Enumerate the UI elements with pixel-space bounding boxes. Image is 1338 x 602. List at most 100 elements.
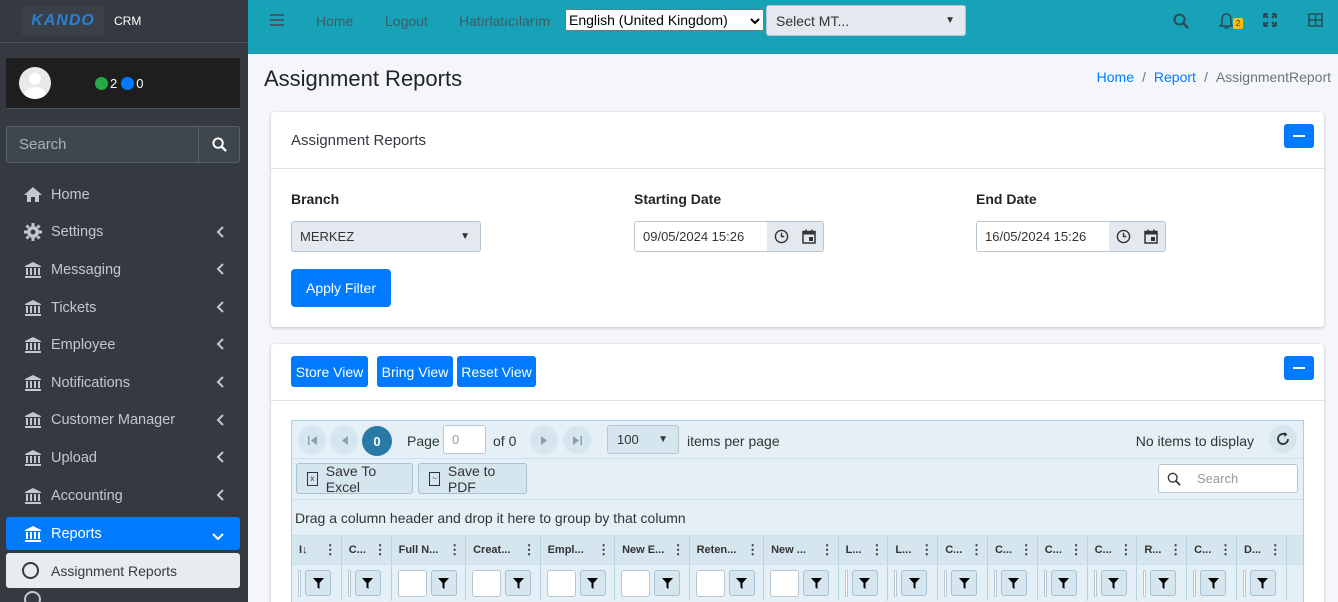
column-header[interactable]: C... ⋮ (988, 536, 1038, 564)
column-header[interactable]: R... ⋮ (1137, 536, 1188, 564)
page-size-select[interactable]: 100 ▼ (607, 425, 679, 454)
column-header[interactable]: C... ⋮ (938, 536, 988, 564)
avatar[interactable] (19, 67, 51, 99)
filter-icon[interactable] (1050, 570, 1077, 596)
filter-input[interactable] (695, 569, 725, 597)
filter-icon[interactable] (354, 570, 381, 596)
filter-input[interactable] (1093, 569, 1097, 597)
column-menu-icon[interactable]: ⋮ (448, 542, 461, 558)
column-menu-icon[interactable]: ⋮ (970, 542, 983, 558)
column-menu-icon[interactable]: ⋮ (1219, 542, 1232, 558)
filter-icon[interactable] (1200, 570, 1227, 596)
column-header[interactable]: C... ⋮ (1187, 536, 1237, 564)
store-view-button[interactable]: Store View (291, 356, 368, 387)
column-header[interactable]: C... ⋮ (342, 536, 392, 564)
column-menu-icon[interactable]: ⋮ (1119, 542, 1132, 558)
filter-icon[interactable] (305, 570, 331, 596)
fullscreen-icon[interactable] (1263, 13, 1281, 31)
column-menu-icon[interactable]: ⋮ (1169, 542, 1182, 558)
start-date-input[interactable]: 09/05/2024 15:26 (635, 222, 767, 251)
column-header[interactable]: Full N... ⋮ (392, 536, 467, 564)
column-menu-icon[interactable]: ⋮ (672, 542, 685, 558)
column-menu-icon[interactable]: ⋮ (374, 542, 387, 558)
filter-input[interactable] (993, 569, 997, 597)
sidebar-subitem-assignment-reports[interactable]: Assignment Reports (6, 553, 240, 589)
filter-icon[interactable] (951, 570, 978, 596)
sidebar-item-customer-manager[interactable]: Customer Manager (6, 402, 240, 440)
sidebar-item-employee[interactable]: Employee (6, 326, 240, 364)
sidebar-item-upload[interactable]: Upload (6, 439, 240, 477)
column-menu-icon[interactable]: ⋮ (920, 542, 933, 558)
column-menu-icon[interactable]: ⋮ (1269, 542, 1282, 558)
search-icon[interactable] (1173, 13, 1191, 31)
sidebar-item-messaging[interactable]: Messaging (6, 251, 240, 289)
column-menu-icon[interactable]: ⋮ (597, 542, 610, 558)
column-menu-icon[interactable]: ⋮ (523, 542, 536, 558)
filter-input[interactable] (347, 569, 351, 597)
user-name[interactable] (63, 77, 93, 89)
filter-input[interactable] (546, 569, 576, 597)
column-header[interactable]: New ... ⋮ (764, 536, 839, 564)
calendar-icon[interactable] (1137, 222, 1165, 251)
group-drop-zone[interactable]: Drag a column header and drop it here to… (292, 500, 1303, 536)
filter-input[interactable] (621, 569, 651, 597)
mt-select[interactable]: Select MT... ▼ (766, 5, 966, 36)
current-page-indicator[interactable]: 0 (362, 426, 392, 456)
collapse-button[interactable] (1284, 356, 1314, 380)
branch-select[interactable]: MERKEZ ▼ (291, 221, 481, 252)
language-select[interactable]: English (United Kingdom) (565, 9, 764, 31)
filter-input[interactable] (397, 569, 427, 597)
breadcrumb-report[interactable]: Report (1154, 69, 1196, 85)
filter-icon[interactable] (430, 570, 457, 596)
filter-icon[interactable] (803, 570, 830, 596)
nav-link-home[interactable]: Home (316, 13, 353, 29)
filter-input[interactable] (844, 569, 848, 597)
last-page-icon[interactable] (563, 426, 591, 454)
grid-search-input[interactable]: Search (1158, 464, 1298, 493)
column-header[interactable]: D... ⋮ (1237, 536, 1287, 564)
nav-link-logout[interactable]: Logout (385, 13, 428, 29)
reset-view-button[interactable]: Reset View (457, 356, 536, 387)
filter-icon[interactable] (1100, 570, 1127, 596)
save-to-excel-button[interactable]: x Save To Excel (296, 463, 413, 495)
column-header[interactable]: L... ⋮ (888, 536, 939, 564)
column-header[interactable]: Reten... ⋮ (690, 536, 765, 564)
filter-input[interactable] (770, 569, 800, 597)
column-menu-icon[interactable]: ⋮ (1020, 542, 1033, 558)
filter-input[interactable] (1242, 569, 1246, 597)
sidebar-item-reports[interactable]: Reports (6, 517, 240, 551)
column-header[interactable]: L... ⋮ (839, 536, 889, 564)
brand[interactable]: KANDO CRM (0, 0, 248, 43)
column-header[interactable]: C... ⋮ (1038, 536, 1088, 564)
sidebar-subitem-next[interactable] (6, 591, 240, 602)
filter-icon[interactable] (1150, 570, 1177, 596)
filter-icon[interactable] (901, 570, 928, 596)
sidebar-item-notifications[interactable]: Notifications (6, 364, 240, 402)
column-menu-icon[interactable]: ⋮ (821, 542, 834, 558)
sidebar-item-settings[interactable]: Settings (6, 214, 240, 252)
filter-icon[interactable] (505, 570, 532, 596)
filter-input[interactable] (894, 569, 898, 597)
calendar-icon[interactable] (795, 222, 823, 251)
sidebar-item-accounting[interactable]: Accounting (6, 477, 240, 515)
column-header[interactable]: Creat... ⋮ (466, 536, 541, 564)
filter-input[interactable] (1043, 569, 1047, 597)
hamburger-menu-icon[interactable] (270, 10, 284, 31)
filter-input[interactable] (298, 569, 301, 597)
collapse-button[interactable] (1284, 124, 1314, 148)
filter-icon[interactable] (1000, 570, 1027, 596)
column-menu-icon[interactable]: ⋮ (324, 542, 337, 558)
filter-input[interactable] (1193, 569, 1197, 597)
clock-icon[interactable] (767, 222, 795, 251)
nav-link-reminders[interactable]: Hatırlatıcılarım (459, 13, 550, 29)
next-page-icon[interactable] (530, 426, 558, 454)
filter-icon[interactable] (851, 570, 878, 596)
sidebar-item-tickets[interactable]: Tickets (6, 289, 240, 327)
save-to-pdf-button[interactable]: ~ Save to PDF (418, 463, 527, 495)
filter-icon[interactable] (654, 570, 681, 596)
sidebar-item-home[interactable]: Home (6, 176, 240, 214)
grid-apps-icon[interactable] (1308, 13, 1326, 31)
breadcrumb-home[interactable]: Home (1097, 69, 1134, 85)
page-input[interactable]: 0 (443, 425, 486, 454)
filter-icon[interactable] (728, 570, 755, 596)
